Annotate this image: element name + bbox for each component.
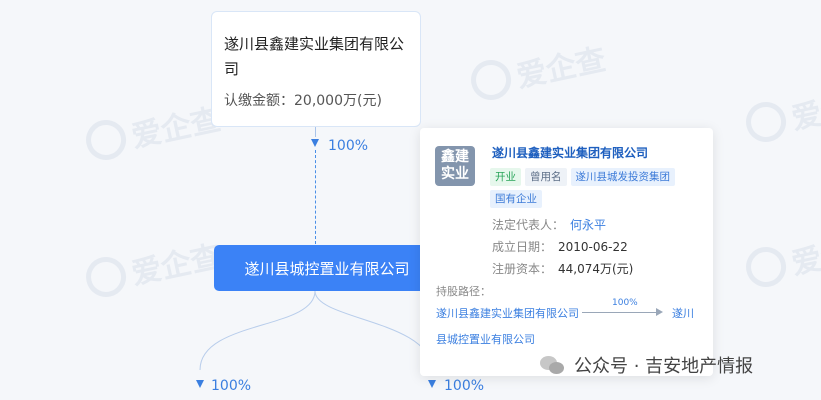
- holding-path-percentage: 100%: [612, 298, 638, 308]
- company-logo: 鑫建 实业: [435, 146, 475, 186]
- holding-path-label: 持股路径：: [436, 285, 491, 298]
- company-info-popover: 鑫建 实业 遂川县鑫建实业集团有限公司 开业 曾用名 遂川县城发投资集团 国有企…: [420, 128, 713, 376]
- former-name-value-tag: 遂川县城发投资集团: [570, 168, 675, 186]
- edge-curve-right: [314, 290, 433, 371]
- edge-arrow-icon: [196, 380, 204, 388]
- arrow-right-icon: [656, 308, 663, 316]
- edge-curve-left: [199, 290, 316, 371]
- holding-path-end-link[interactable]: 遂川: [672, 305, 694, 321]
- edge-percentage: 100%: [444, 378, 485, 394]
- holding-path-start-link[interactable]: 遂川县鑫建实业集团有限公司: [436, 305, 579, 321]
- legal-representative: 法定代表人： 何永平: [492, 218, 607, 232]
- edge-arrow-icon: [428, 380, 436, 388]
- company-tags: 开业 曾用名 遂川县城发投资集团 国有企业: [490, 168, 705, 208]
- holding-path-end-link-continued[interactable]: 县城控置业有限公司: [436, 331, 535, 347]
- source-attribution: 公众号 · 吉安地产情报: [540, 352, 753, 378]
- former-name-tag: 曾用名: [525, 168, 567, 186]
- registered-capital: 注册资本： 44,074万(元): [492, 262, 634, 276]
- source-text: 公众号 · 吉安地产情报: [574, 356, 754, 377]
- wechat-icon: [540, 354, 566, 376]
- company-title-link[interactable]: 遂川县鑫建实业集团有限公司: [492, 144, 648, 161]
- legal-representative-link[interactable]: 何永平: [570, 218, 606, 232]
- edge-percentage: 100%: [211, 378, 252, 394]
- status-tag: 开业: [490, 168, 521, 186]
- enterprise-type-tag: 国有企业: [490, 190, 542, 208]
- holding-path-line: [582, 312, 656, 313]
- founded-date: 成立日期： 2010-06-22: [492, 240, 628, 254]
